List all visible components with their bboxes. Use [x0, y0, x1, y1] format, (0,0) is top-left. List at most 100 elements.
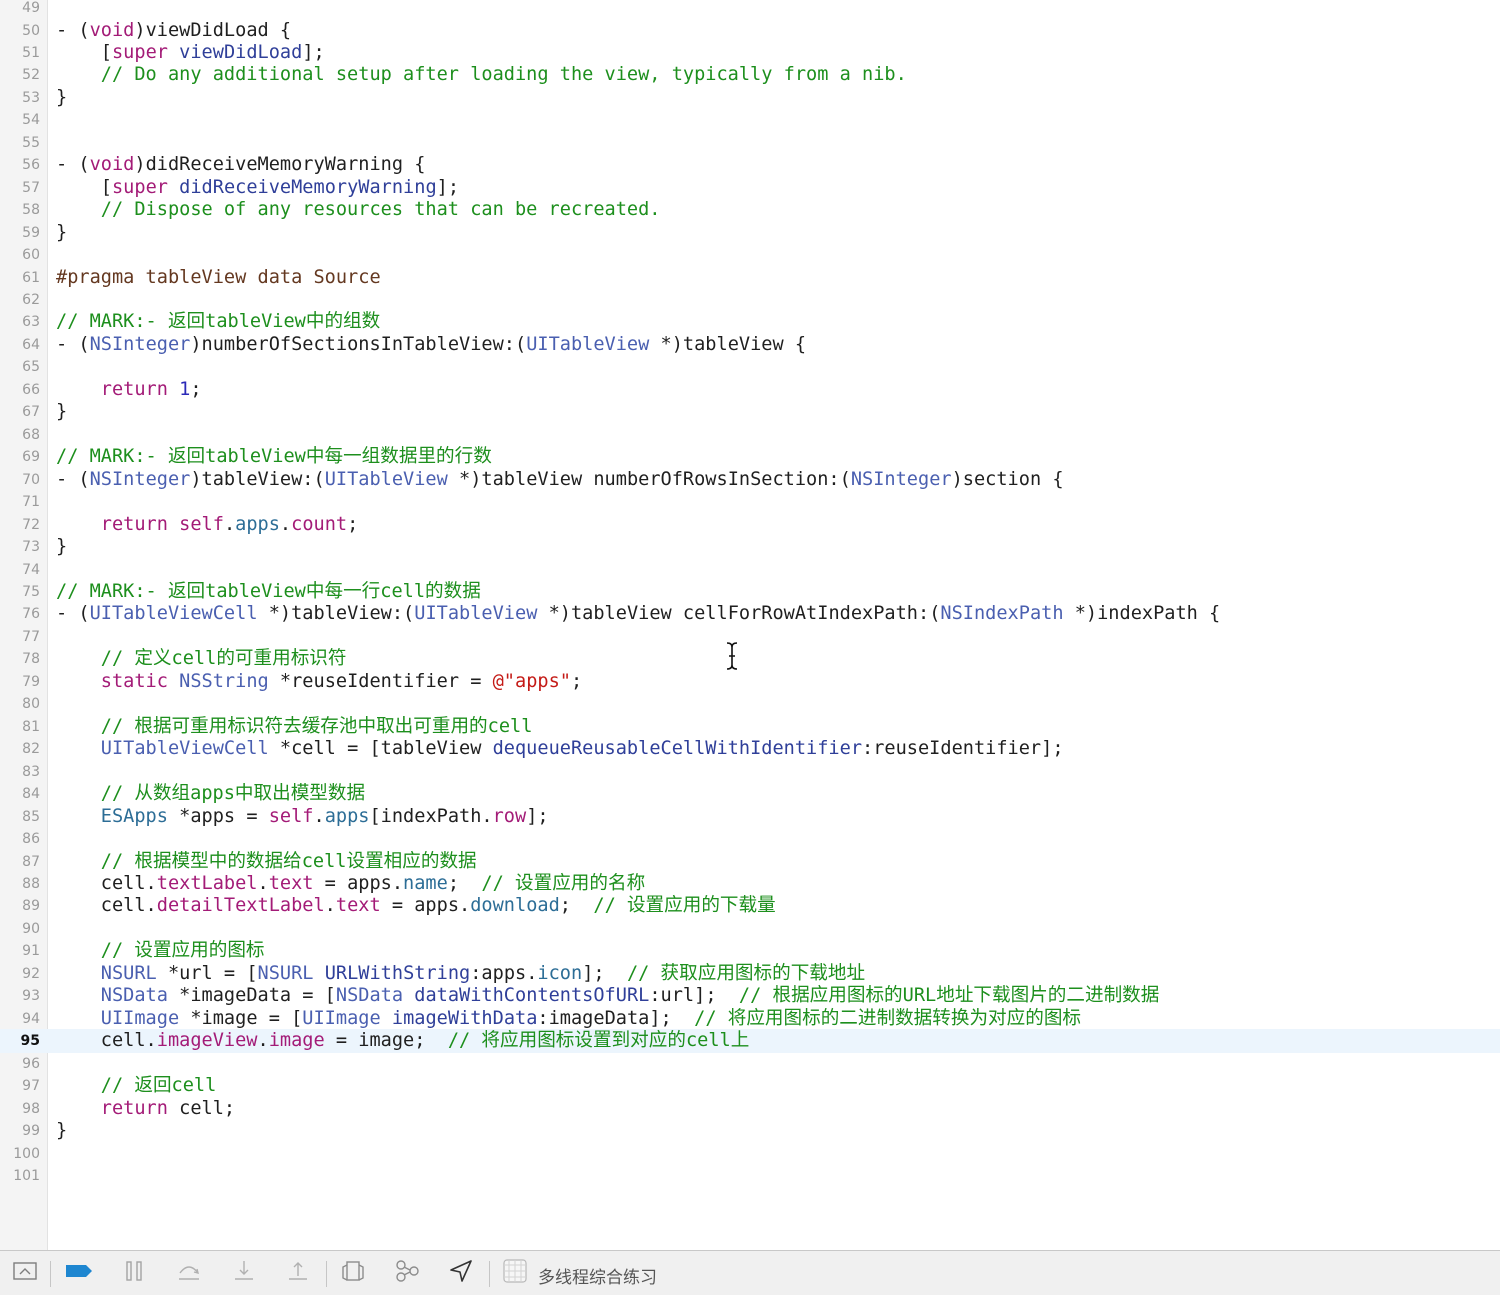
code-line-current[interactable]: 95 cell.imageView.image = image; // 将应用图…	[0, 1029, 1500, 1054]
code-line[interactable]: 99}	[0, 1119, 1500, 1143]
step-into-button[interactable]	[229, 1259, 259, 1287]
line-number: 95	[20, 1033, 40, 1050]
code-line[interactable]: 93 NSData *imageData = [NSData dataWithC…	[0, 984, 1500, 1008]
code-line[interactable]: 57 [super didReceiveMemoryWarning];	[0, 176, 1500, 200]
simulate-location-button[interactable]	[446, 1259, 476, 1287]
line-number: 62	[22, 292, 40, 308]
code-token: dataWithContentsOfURL	[414, 985, 650, 1007]
code-line[interactable]: 77	[0, 625, 1500, 649]
code-line[interactable]: 96	[0, 1052, 1500, 1076]
code-line[interactable]: 63 // MARK:- 返回tableView中的组数	[0, 310, 1500, 334]
code-token: NSIndexPath	[940, 603, 1064, 625]
line-number: 65	[22, 359, 40, 376]
code-line[interactable]: 70- (NSInteger)tableView:(UITableView *)…	[0, 468, 1500, 492]
step-out-button[interactable]	[283, 1259, 313, 1287]
code-line[interactable]: 89 cell.detailTextLabel.text = apps.down…	[0, 894, 1500, 918]
step-over-button[interactable]	[174, 1259, 204, 1287]
code-line[interactable]: 69 // MARK:- 返回tableView中每一组数据里的行数	[0, 445, 1500, 469]
code-line[interactable]: 98 return cell;	[0, 1097, 1500, 1121]
code-line[interactable]: 101	[0, 1164, 1500, 1188]
code-line[interactable]: 49	[0, 0, 1500, 20]
code-token: super	[111, 41, 168, 63]
code-line[interactable]: 73}	[0, 535, 1500, 559]
hide-debug-area-button[interactable]	[10, 1259, 40, 1287]
code-line[interactable]: 97 // 返回cell	[0, 1074, 1500, 1098]
code-line[interactable]: 84 // 从数组apps中取出模型数据	[0, 782, 1500, 806]
code-line[interactable]: 92 NSURL *url = [NSURL URLWithString:app…	[0, 962, 1500, 986]
code-token: NSData	[100, 985, 168, 1007]
code-line[interactable]: 66 return 1;	[0, 378, 1500, 402]
code-line[interactable]: 81 // 根据可重用标识符去缓存池中取出可重用的cell	[0, 715, 1500, 739]
code-token: // 将应用图标的二进制数据转换为对应的图标	[694, 1007, 1082, 1029]
code-text: // 根据模型中的数据给cell设置相应的数据	[56, 850, 477, 874]
target-button[interactable]	[500, 1259, 530, 1287]
code-line[interactable]: 67}	[0, 400, 1500, 424]
code-line[interactable]: 61 #pragma tableView data Source	[0, 266, 1500, 290]
code-line[interactable]: 60	[0, 243, 1500, 267]
code-line[interactable]: 78 // 定义cell的可重用标识符	[0, 647, 1500, 671]
code-line[interactable]: 68	[0, 423, 1500, 447]
code-token: *cell = [tableView	[268, 738, 493, 760]
code-area[interactable]: 49 50- (void)viewDidLoad {51 [super viewD…	[0, 0, 1500, 1250]
code-line[interactable]: 54	[0, 108, 1500, 132]
code-line[interactable]: 82 UITableViewCell *cell = [tableView de…	[0, 737, 1500, 761]
code-line[interactable]: 65	[0, 355, 1500, 379]
line-number: 51	[22, 44, 40, 61]
code-line[interactable]: 51 [super viewDidLoad];	[0, 41, 1500, 65]
code-line[interactable]: 91 // 设置应用的图标	[0, 939, 1500, 963]
code-line[interactable]: 72 return self.apps.count;	[0, 513, 1500, 537]
code-line[interactable]: 76 - (UITableViewCell *)tableView:(UITabl…	[0, 602, 1500, 626]
code-line[interactable]: 90	[0, 917, 1500, 941]
code-token: // 设置应用的名称	[481, 872, 646, 894]
step-over-icon	[175, 1259, 203, 1287]
code-line[interactable]: 86	[0, 827, 1500, 851]
view-debugger-button[interactable]	[338, 1259, 368, 1287]
memory-graph-button[interactable]	[392, 1259, 422, 1287]
code-token: NSURL	[100, 962, 157, 984]
code-line[interactable]: 53}	[0, 86, 1500, 110]
line-number: 78	[22, 651, 40, 668]
code-line[interactable]: 83	[0, 760, 1500, 784]
line-number: 60	[22, 247, 40, 264]
code-line[interactable]: 58 // Dispose of any resources that can …	[0, 198, 1500, 222]
code-line[interactable]: 52 // Do any additional setup after load…	[0, 63, 1500, 87]
code-token: .	[257, 1030, 269, 1052]
line-number: 55	[22, 134, 40, 151]
code-text: #pragma tableView data Source	[56, 266, 381, 290]
code-line[interactable]: 87 // 根据模型中的数据给cell设置相应的数据	[0, 850, 1500, 874]
code-line[interactable]: 50 - (void)viewDidLoad {	[0, 19, 1500, 43]
code-line[interactable]: 75 // MARK:- 返回tableView中每一行cell的数据	[0, 580, 1500, 604]
code-line[interactable]: 64 - (NSInteger)numberOfSectionsInTableVi…	[0, 333, 1500, 357]
pause-button[interactable]	[119, 1259, 149, 1287]
breakpoints-toggle-button[interactable]	[64, 1259, 94, 1287]
code-token: *image = [	[179, 1007, 303, 1029]
code-line[interactable]: 74	[0, 558, 1500, 582]
code-line[interactable]: 55	[0, 131, 1500, 155]
code-line[interactable]: 88 cell.textLabel.text = apps.name; // 设…	[0, 872, 1500, 896]
code-token: text	[268, 872, 314, 894]
source-editor[interactable]: 49 50- (void)viewDidLoad {51 [super viewD…	[0, 0, 1500, 1250]
code-token: cell.	[56, 872, 157, 894]
code-line[interactable]: 79 static NSString *reuseIdentifier = @"…	[0, 670, 1500, 694]
code-line[interactable]: 80	[0, 692, 1500, 716]
code-token: NSData	[335, 985, 404, 1007]
code-line[interactable]: 94 UIImage *image = [UIImage imageWithDa…	[0, 1007, 1500, 1031]
code-text: UIImage *image = [UIImage imageWithData:…	[56, 1007, 1081, 1031]
code-token: super	[111, 176, 168, 198]
code-line[interactable]: 56 - (void)didReceiveMemoryWarning {	[0, 153, 1500, 177]
code-line[interactable]: 62	[0, 288, 1500, 312]
target-name-label[interactable]: 多线程综合练习	[538, 1263, 657, 1288]
code-line[interactable]: 100	[0, 1142, 1500, 1166]
code-token: 1	[179, 378, 191, 400]
code-line[interactable]: 71	[0, 490, 1500, 514]
code-line[interactable]: 59}	[0, 221, 1500, 245]
code-token: imageView	[156, 1030, 258, 1052]
code-token: NSInteger	[850, 468, 952, 490]
code-text: }	[56, 86, 67, 110]
code-line[interactable]: 85 ESApps *apps = self.apps[indexPath.ro…	[0, 805, 1500, 829]
code-token: // 定义cell的可重用标识符	[56, 648, 347, 670]
code-token: :url];	[649, 985, 739, 1007]
